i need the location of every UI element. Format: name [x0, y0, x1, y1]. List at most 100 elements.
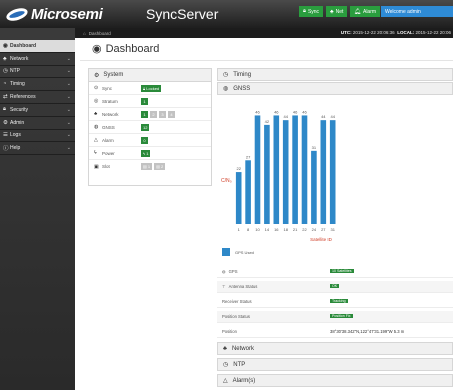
lock-icon: 🔒︎ — [3, 106, 6, 113]
gnss-section-header[interactable]: ◍ GNSS — [217, 82, 453, 95]
chart-data-label: 46 — [255, 109, 260, 114]
receiver-status-row: Receiver Status Tracking — [217, 296, 453, 308]
status-badge: 12 — [141, 123, 150, 131]
gps-row: ◍ GPS 10 Satellites — [217, 266, 453, 278]
chart-bar-sat-31 — [329, 120, 336, 224]
divider — [80, 60, 453, 61]
port-badge: 4 — [168, 110, 175, 118]
chevron-down-icon: ⌄ — [66, 132, 71, 139]
clock-readout: UTC: 2015-12-22 20:06:36 LOCAL: 2015-12-… — [340, 30, 451, 35]
dashboard-icon: ◉ — [3, 42, 8, 49]
chart-x-tick: 27 — [321, 227, 326, 232]
chart-bar-sat-27 — [320, 120, 327, 224]
system-panel: ⚙ System ⊙ Sync 🔒︎ Locked ◎ Stratum 1 ♣ … — [88, 68, 212, 186]
status-badge: OK — [330, 284, 340, 288]
chart-bar-sat-10 — [254, 115, 261, 224]
sidebar-item-timing[interactable]: ◔ Timing ⌄ — [0, 78, 75, 92]
chart-legend: GPS Used — [222, 248, 254, 256]
chart-data-label: 44 — [330, 114, 335, 119]
user-menu-button[interactable]: Welcome admin — [381, 6, 453, 17]
chart-x-tick: 24 — [312, 227, 317, 232]
slot-badge: ▤ 1 — [141, 163, 153, 170]
alarm-icon: △ — [94, 137, 98, 143]
network-icon: ♣ — [330, 8, 334, 15]
app-title: SyncServer — [146, 6, 219, 22]
status-badge: 10 Satellites — [330, 269, 354, 273]
alarm-icon: 🔔︎ — [354, 8, 361, 15]
network-section-header[interactable]: ♣ Network — [217, 342, 453, 355]
slot-icon: ▣ — [94, 163, 99, 170]
port-badge: 2 — [150, 110, 157, 118]
sidebar-item-references[interactable]: ⇄ References ⌄ — [0, 91, 75, 104]
breadcrumb-bar: ⌂ Dashboard UTC: 2015-12-22 20:06:36 LOC… — [75, 28, 453, 38]
chart-data-label: 46 — [274, 109, 279, 114]
legend-swatch — [222, 248, 230, 256]
status-badge: ϟ 1 — [141, 149, 151, 157]
gears-icon: ⚙ — [94, 72, 100, 79]
chart-bar-sat-22 — [301, 115, 308, 224]
status-badge: Tracking — [330, 299, 348, 303]
alarms-section-header[interactable]: △ Alarm(s) — [217, 374, 453, 387]
position-status-row: Position Status Position Fix — [217, 311, 453, 323]
power-icon: ϟ — [94, 150, 97, 156]
sidebar-item-dashboard[interactable]: ◉ Dashboard — [0, 40, 75, 53]
chart-bar-sat-21 — [292, 115, 298, 224]
admin-icon: ⚙ — [3, 119, 8, 126]
chevron-down-icon: ⌄ — [66, 68, 71, 75]
chart-x-tick: 8 — [247, 227, 250, 232]
alarm-icon: △ — [223, 378, 228, 384]
references-icon: ⇄ — [3, 94, 8, 101]
system-row-power: ϟ Power ϟ 1 — [89, 147, 211, 160]
sidebar-item-network[interactable]: ♣ Network ⌄ — [0, 53, 75, 66]
top-bar: Microsemi SyncServer 🔒︎ Sync ♣ Net 🔔︎ Al… — [0, 0, 453, 28]
chart-data-label: 27 — [246, 154, 251, 159]
system-row-network: ♣ Network 1 2 3 4 — [89, 108, 211, 121]
chart-bar-sat-8 — [245, 160, 251, 224]
status-badge: 🔒︎ Locked — [141, 84, 162, 92]
chart-bar-sat-24 — [311, 150, 317, 224]
clock-icon: ◷ — [223, 72, 229, 78]
chart-data-label: 46 — [293, 109, 298, 114]
logs-icon: ☰ — [3, 132, 8, 139]
ntp-section-header[interactable]: ◷ NTP — [217, 358, 453, 371]
chart-x-tick: 22 — [302, 227, 307, 232]
stratum-icon: ◎ — [94, 98, 99, 104]
chart-x-tick: 16 — [274, 227, 279, 232]
sidebar: ◉ Dashboard ♣ Network ⌄ ◷ NTP ⌄ ◔ Timing… — [0, 28, 75, 390]
net-status-button[interactable]: ♣ Net — [326, 6, 348, 17]
breadcrumb[interactable]: ⌂ Dashboard — [83, 31, 111, 36]
chart-x-tick: 31 — [330, 227, 335, 232]
chart-x-tick: 14 — [265, 227, 270, 232]
sidebar-item-admin[interactable]: ⚙ Admin ⌄ — [0, 117, 75, 130]
logo-text: Microsemi — [31, 5, 103, 23]
sidebar-item-logs[interactable]: ☰ Logs ⌄ — [0, 130, 75, 143]
clock-icon: ◷ — [223, 362, 229, 368]
sidebar-item-ntp[interactable]: ◷ NTP ⌄ — [0, 66, 75, 79]
chart-x-ticks: 1 8 10 14 16 18 21 22 24 27 31 — [238, 227, 336, 232]
slot-badge: ▤ 2 — [154, 163, 166, 170]
system-row-stratum: ◎ Stratum 1 — [89, 95, 211, 108]
x-axis-label: Satellite ID — [310, 237, 333, 242]
chart-data-label: 46 — [302, 109, 307, 114]
microsemi-logo-icon — [4, 5, 30, 23]
chart-x-tick: 18 — [283, 227, 288, 232]
network-icon: ♣ — [94, 111, 98, 117]
logo: Microsemi — [4, 5, 103, 23]
port-badge: 1 — [141, 110, 148, 118]
timing-section-header[interactable]: ◷ Timing — [217, 68, 453, 81]
chart-bar-sat-1 — [235, 172, 242, 224]
chevron-down-icon: ⌄ — [66, 94, 71, 101]
home-icon: ⌂ — [83, 30, 86, 36]
chart-data-label: 31 — [312, 145, 317, 150]
timing-icon: ◔ — [3, 81, 7, 88]
sidebar-item-help[interactable]: ⓘ Help ⌄ — [0, 142, 75, 156]
system-row-sync: ⊙ Sync 🔒︎ Locked — [89, 82, 211, 95]
port-badge: 3 — [159, 110, 166, 118]
sync-status-button[interactable]: 🔒︎ Sync — [299, 6, 324, 17]
chevron-down-icon: ⌄ — [66, 145, 71, 152]
help-icon: ⓘ — [3, 146, 9, 153]
sidebar-item-security[interactable]: 🔒︎ Security ⌄ — [0, 104, 75, 117]
alarm-status-button[interactable]: 🔔︎ Alarm — [350, 6, 381, 17]
chart-bar-sat-16 — [273, 115, 280, 224]
position-row: Position 38°30'38.342"N,122°47'31.199"W … — [217, 326, 453, 338]
